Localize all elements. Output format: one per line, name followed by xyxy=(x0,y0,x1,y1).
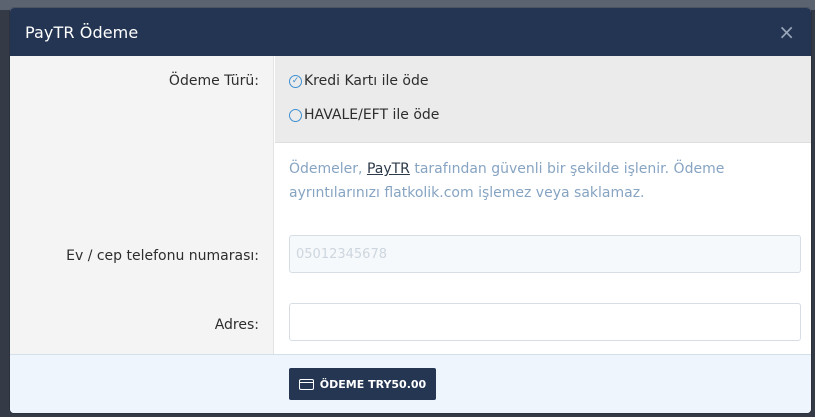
info-prefix: Ödemeler, xyxy=(289,161,367,177)
radio-checked-icon[interactable]: ✓ xyxy=(289,74,302,88)
address-label: Adres: xyxy=(214,317,259,333)
modal-header: PayTR Ödeme × xyxy=(10,8,811,56)
radio-unchecked-icon[interactable] xyxy=(289,108,302,122)
option-credit-card[interactable]: ✓ Kredi Kartı ile öde xyxy=(289,73,428,89)
payment-type-options: ✓ Kredi Kartı ile öde HAVALE/EFT ile öde xyxy=(275,56,811,143)
phone-input[interactable] xyxy=(289,235,801,273)
phone-label: Ev / cep telefonu numarası: xyxy=(66,248,259,264)
security-info-text: Ödemeler, PayTR tarafından güvenli bir ş… xyxy=(289,157,759,205)
payment-type-label: Ödeme Türü: xyxy=(168,73,259,89)
pay-button-label: ÖDEME TRY50.00 xyxy=(319,377,427,391)
payment-modal: PayTR Ödeme × Ödeme Türü: Ev / cep telef… xyxy=(10,8,811,413)
close-icon[interactable]: × xyxy=(778,22,795,42)
credit-card-icon xyxy=(298,378,314,390)
address-input[interactable] xyxy=(289,303,801,341)
option-credit-card-label: Kredi Kartı ile öde xyxy=(304,73,429,89)
modal-title: PayTR Ödeme xyxy=(25,22,139,42)
option-bank-transfer[interactable]: HAVALE/EFT ile öde xyxy=(289,107,439,123)
modal-footer: ÖDEME TRY50.00 xyxy=(10,354,811,413)
check-icon: ✓ xyxy=(291,75,300,86)
paytr-link[interactable]: PayTR xyxy=(367,161,410,177)
modal-body: Ödeme Türü: Ev / cep telefonu numarası: … xyxy=(10,56,811,354)
label-column: Ödeme Türü: Ev / cep telefonu numarası: … xyxy=(10,56,274,354)
pay-button[interactable]: ÖDEME TRY50.00 xyxy=(289,368,436,400)
option-bank-transfer-label: HAVALE/EFT ile öde xyxy=(304,107,440,123)
